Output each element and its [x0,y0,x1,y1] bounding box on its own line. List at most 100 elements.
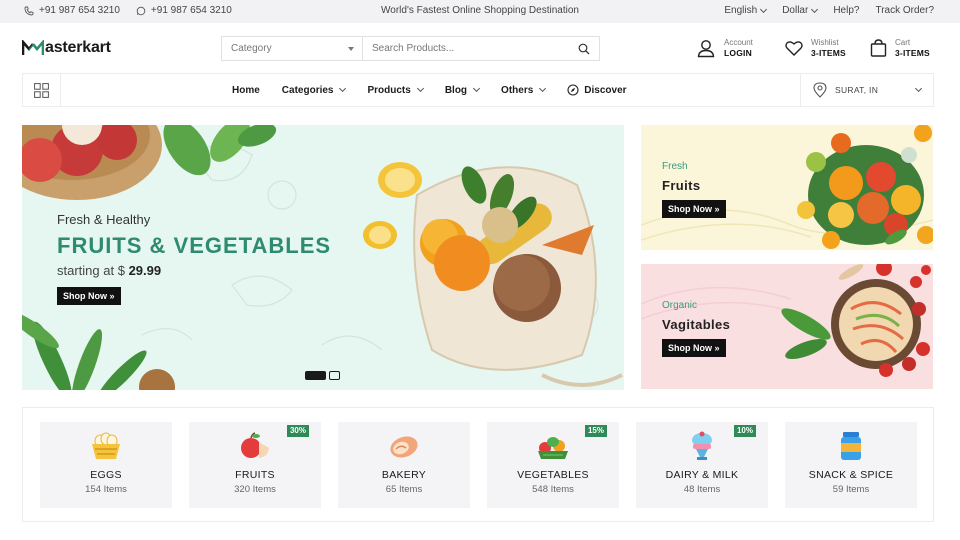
promo-shop-now-button[interactable]: Shop Now » [662,339,726,357]
shopping-bag-icon [870,39,887,57]
category-count: 59 Items [832,484,870,495]
promo-banner-fruits: Fresh Fruits Shop Now » [641,125,933,250]
category-name: EGGS [90,469,122,481]
promo-title: Vagitables [662,317,731,332]
category-card-snack-spice[interactable]: SNACK & SPICE 59 Items [785,422,917,508]
category-name: VEGETABLES [517,469,589,481]
chevron-down-icon [339,84,347,93]
user-icon [697,40,715,58]
carousel-dots [305,371,340,380]
apple-icon [241,432,269,458]
search-placeholder: Search Products... [372,43,455,54]
logo-text: asterkart [45,39,111,56]
help-link[interactable]: Help? [833,5,859,16]
account-label: Account [724,38,753,47]
hero-shop-now-button[interactable]: Shop Now » [57,287,121,305]
search-icon[interactable] [578,43,590,55]
promo-banner-vegetables: Organic Vagitables Shop Now » [641,264,933,389]
map-pin-icon [813,82,827,98]
category-card-bakery[interactable]: BAKERY 65 Items [338,422,470,508]
category-count: 320 Items [234,484,276,495]
jar-icon [841,432,861,460]
chevron-down-icon [760,5,768,13]
bread-icon [390,436,418,458]
category-card-eggs[interactable]: EGGS 154 Items [40,422,172,508]
phone-number: +91 987 654 3210 [39,5,120,16]
category-select-label: Category [231,43,272,54]
phone-contact[interactable]: +91 987 654 3210 [24,5,120,16]
category-count: 48 Items [683,484,721,495]
category-select[interactable]: Category [222,37,363,60]
nav-item-label: Home [232,84,260,96]
cart-button[interactable]: Cart 3-ITEMS [870,37,930,59]
hero-price-value: 29.99 [128,263,162,278]
category-name: DAIRY & MILK [665,469,739,481]
hero-title: FRUITS & VEGETABLES [57,233,332,258]
category-card-fruits[interactable]: 30% FRUITS 320 Items [189,422,321,508]
location-select[interactable]: SURAT, IN [800,74,933,106]
category-count: 65 Items [385,484,423,495]
hero-banner: Fresh & Healthy FRUITS & VEGETABLES star… [22,125,624,390]
discount-badge: 10% [733,425,756,437]
nav-item-label: Products [367,84,411,96]
nav-item-products[interactable]: Products [367,84,424,96]
nav-item-label: Blog [444,84,468,96]
language-select[interactable]: English [724,5,768,16]
category-name: FRUITS [235,469,275,481]
hero-subtitle: Fresh & Healthy [57,212,151,227]
nav-item-categories[interactable]: Categories [281,84,347,96]
wishlist-button[interactable]: Wishlist 3-ITEMS [785,37,846,59]
location-label: SURAT, IN [835,85,879,95]
ice-cream-icon [692,431,712,460]
chevron-down-icon [811,5,819,13]
chevron-down-icon [539,84,547,93]
hero-price: starting at $ 29.99 [57,263,161,278]
nav-item-discover[interactable]: Discover [567,84,627,96]
carousel-dot[interactable] [329,371,340,380]
category-card-dairy-milk[interactable]: 10% DAIRY & MILK 48 Items [636,422,768,508]
top-bar: +91 987 654 3210 +91 987 654 3210 World'… [0,0,960,23]
currency-label: Dollar [782,5,809,16]
compass-icon [567,84,579,96]
search-input[interactable]: Search Products... [363,37,599,60]
track-order-link[interactable]: Track Order? [875,5,934,16]
category-name: SNACK & SPICE [808,469,894,481]
heart-icon [785,41,803,56]
nav-item-label: Categories [281,84,334,96]
category-card-vegetables[interactable]: 15% VEGETABLES 548 Items [487,422,619,508]
wishlist-value: 3-ITEMS [811,48,846,58]
eggs-basket-icon [92,432,120,459]
account-button[interactable]: Account LOGIN [696,37,753,59]
carousel-dot-active[interactable] [305,371,326,380]
language-label: English [724,5,758,16]
nav-item-label: Others [501,84,534,96]
phone-icon [24,6,34,15]
promo-subtitle: Organic [662,300,698,311]
promo-title: Fruits [662,178,701,193]
cart-value: 3-ITEMS [895,48,930,58]
caret-down-icon [348,46,354,51]
nav-item-blog[interactable]: Blog [444,84,481,96]
chevron-down-icon [473,84,481,93]
nav-item-others[interactable]: Others [501,84,547,96]
whatsapp-icon [136,6,146,15]
logo[interactable]: asterkart [22,39,111,57]
wishlist-label: Wishlist [811,38,839,47]
promo-subtitle: Fresh [662,161,688,172]
nav-item-home[interactable]: Home [232,84,260,96]
search-bar: Category Search Products... [221,36,600,61]
discount-badge: 15% [584,425,607,437]
logo-m-icon [22,40,44,55]
whatsapp-number: +91 987 654 3210 [150,5,232,16]
vegetables-icon [538,437,568,459]
grid-icon [34,82,49,98]
header: asterkart Category Search Products... Ac… [0,23,960,73]
main-nav: Home Categories Products Blog Others Dis… [22,73,934,107]
category-grid-button[interactable] [23,74,61,106]
account-value: LOGIN [724,48,752,58]
whatsapp-contact[interactable]: +91 987 654 3210 [136,5,232,16]
promo-shop-now-button[interactable]: Shop Now » [662,200,726,218]
category-count: 548 Items [532,484,574,495]
currency-select[interactable]: Dollar [782,5,819,16]
chevron-down-icon [416,84,424,93]
